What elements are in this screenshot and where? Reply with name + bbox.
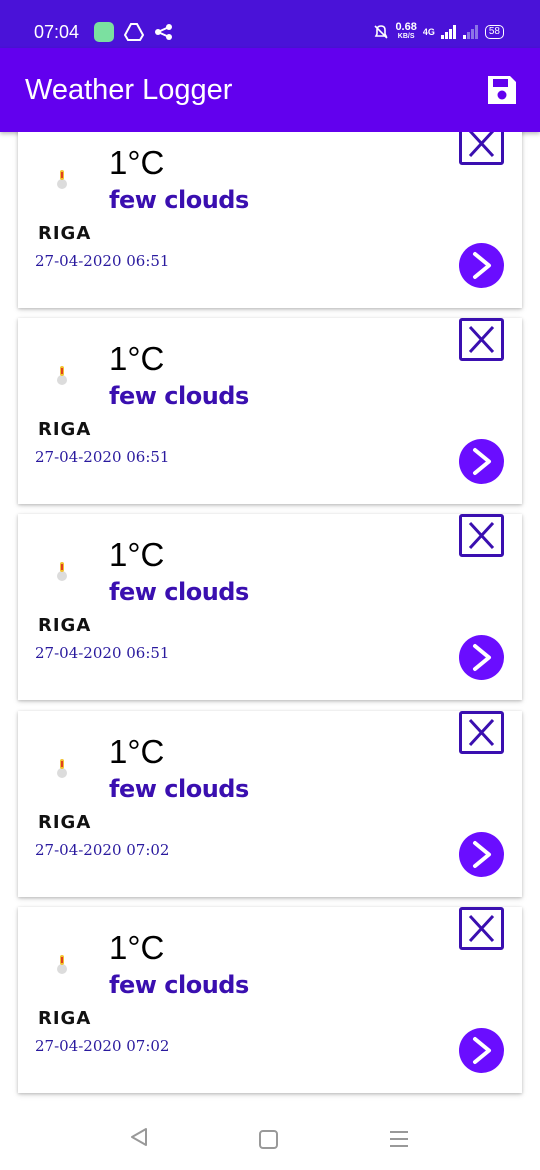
- signal-weak-icon: [462, 25, 478, 39]
- delete-button[interactable]: [459, 514, 504, 557]
- chevron-right-icon: [473, 841, 491, 868]
- battery-indicator: 58: [484, 25, 504, 39]
- temperature: 1°C: [109, 340, 165, 377]
- city-name: RIGA: [38, 419, 92, 440]
- weather-description: few clouds: [109, 186, 249, 214]
- log-datetime: 27-04-2020 07:02: [35, 1037, 170, 1055]
- signal-icon: [440, 25, 456, 39]
- weather-description: few clouds: [109, 578, 249, 606]
- temperature: 1°C: [109, 536, 165, 573]
- app-notification-icon: [94, 22, 114, 42]
- weather-condition-icon: [57, 562, 67, 581]
- open-details-button[interactable]: [459, 1028, 504, 1073]
- status-notification-icons: [94, 22, 174, 42]
- weather-log-list[interactable]: 1°C few clouds RIGA 27-04-2020 06:51 1°C…: [0, 132, 540, 1104]
- delete-button[interactable]: [459, 711, 504, 754]
- temperature: 1°C: [109, 733, 165, 770]
- weather-card: 1°C few clouds RIGA 27-04-2020 07:02: [18, 711, 522, 897]
- weather-card: 1°C few clouds RIGA 27-04-2020 06:51: [18, 318, 522, 504]
- weather-card: 1°C few clouds RIGA 27-04-2020 07:02: [18, 907, 522, 1093]
- city-name: RIGA: [38, 1008, 92, 1029]
- system-nav-bar: [0, 1104, 540, 1170]
- chevron-right-icon: [473, 644, 491, 671]
- weather-condition-icon: [57, 366, 67, 385]
- log-datetime: 27-04-2020 06:51: [35, 252, 170, 270]
- close-icon: [468, 521, 495, 550]
- log-datetime: 27-04-2020 07:02: [35, 841, 170, 859]
- save-icon[interactable]: [486, 74, 518, 106]
- weather-card: 1°C few clouds RIGA 27-04-2020 06:51: [18, 132, 522, 308]
- weather-condition-icon: [57, 955, 67, 974]
- share-network-icon: [155, 24, 172, 40]
- net-speed-unit: KB/S: [397, 33, 415, 40]
- drive-icon: [124, 23, 144, 41]
- log-datetime: 27-04-2020 06:51: [35, 644, 170, 662]
- delete-button[interactable]: [459, 132, 504, 165]
- city-name: RIGA: [38, 223, 92, 244]
- status-bar: 07:04 0.68 KB/S 4G 58: [0, 0, 540, 48]
- status-indicators: 0.68 KB/S 4G 58: [373, 22, 504, 42]
- close-icon: [468, 132, 495, 158]
- open-details-button[interactable]: [459, 439, 504, 484]
- status-time: 07:04: [34, 22, 80, 42]
- menu-lines-icon[interactable]: [389, 1129, 409, 1149]
- open-details-button[interactable]: [459, 635, 504, 680]
- weather-description: few clouds: [109, 971, 249, 999]
- delete-button[interactable]: [459, 907, 504, 950]
- network-type: 4G: [422, 27, 435, 37]
- city-name: RIGA: [38, 812, 92, 833]
- weather-description: few clouds: [109, 382, 249, 410]
- chevron-right-icon: [473, 252, 491, 279]
- home-square-icon[interactable]: [259, 1130, 278, 1149]
- temperature: 1°C: [109, 929, 165, 966]
- app-title: Weather Logger: [25, 74, 233, 106]
- delete-button[interactable]: [459, 318, 504, 361]
- open-details-button[interactable]: [459, 832, 504, 877]
- app-bar: Weather Logger: [0, 48, 540, 132]
- weather-card: 1°C few clouds RIGA 27-04-2020 06:51: [18, 514, 522, 700]
- chevron-right-icon: [473, 1037, 491, 1064]
- close-icon: [468, 325, 495, 354]
- weather-condition-icon: [57, 170, 67, 189]
- close-icon: [468, 718, 495, 747]
- log-datetime: 27-04-2020 06:51: [35, 448, 170, 466]
- open-details-button[interactable]: [459, 243, 504, 288]
- temperature: 1°C: [109, 144, 165, 181]
- chevron-right-icon: [473, 448, 491, 475]
- weather-description: few clouds: [109, 775, 249, 803]
- back-triangle-icon[interactable]: [128, 1126, 150, 1148]
- close-icon: [468, 914, 495, 943]
- city-name: RIGA: [38, 615, 92, 636]
- weather-condition-icon: [57, 759, 67, 778]
- net-speed: 0.68 KB/S: [395, 22, 416, 42]
- mute-bell-icon: [374, 25, 389, 39]
